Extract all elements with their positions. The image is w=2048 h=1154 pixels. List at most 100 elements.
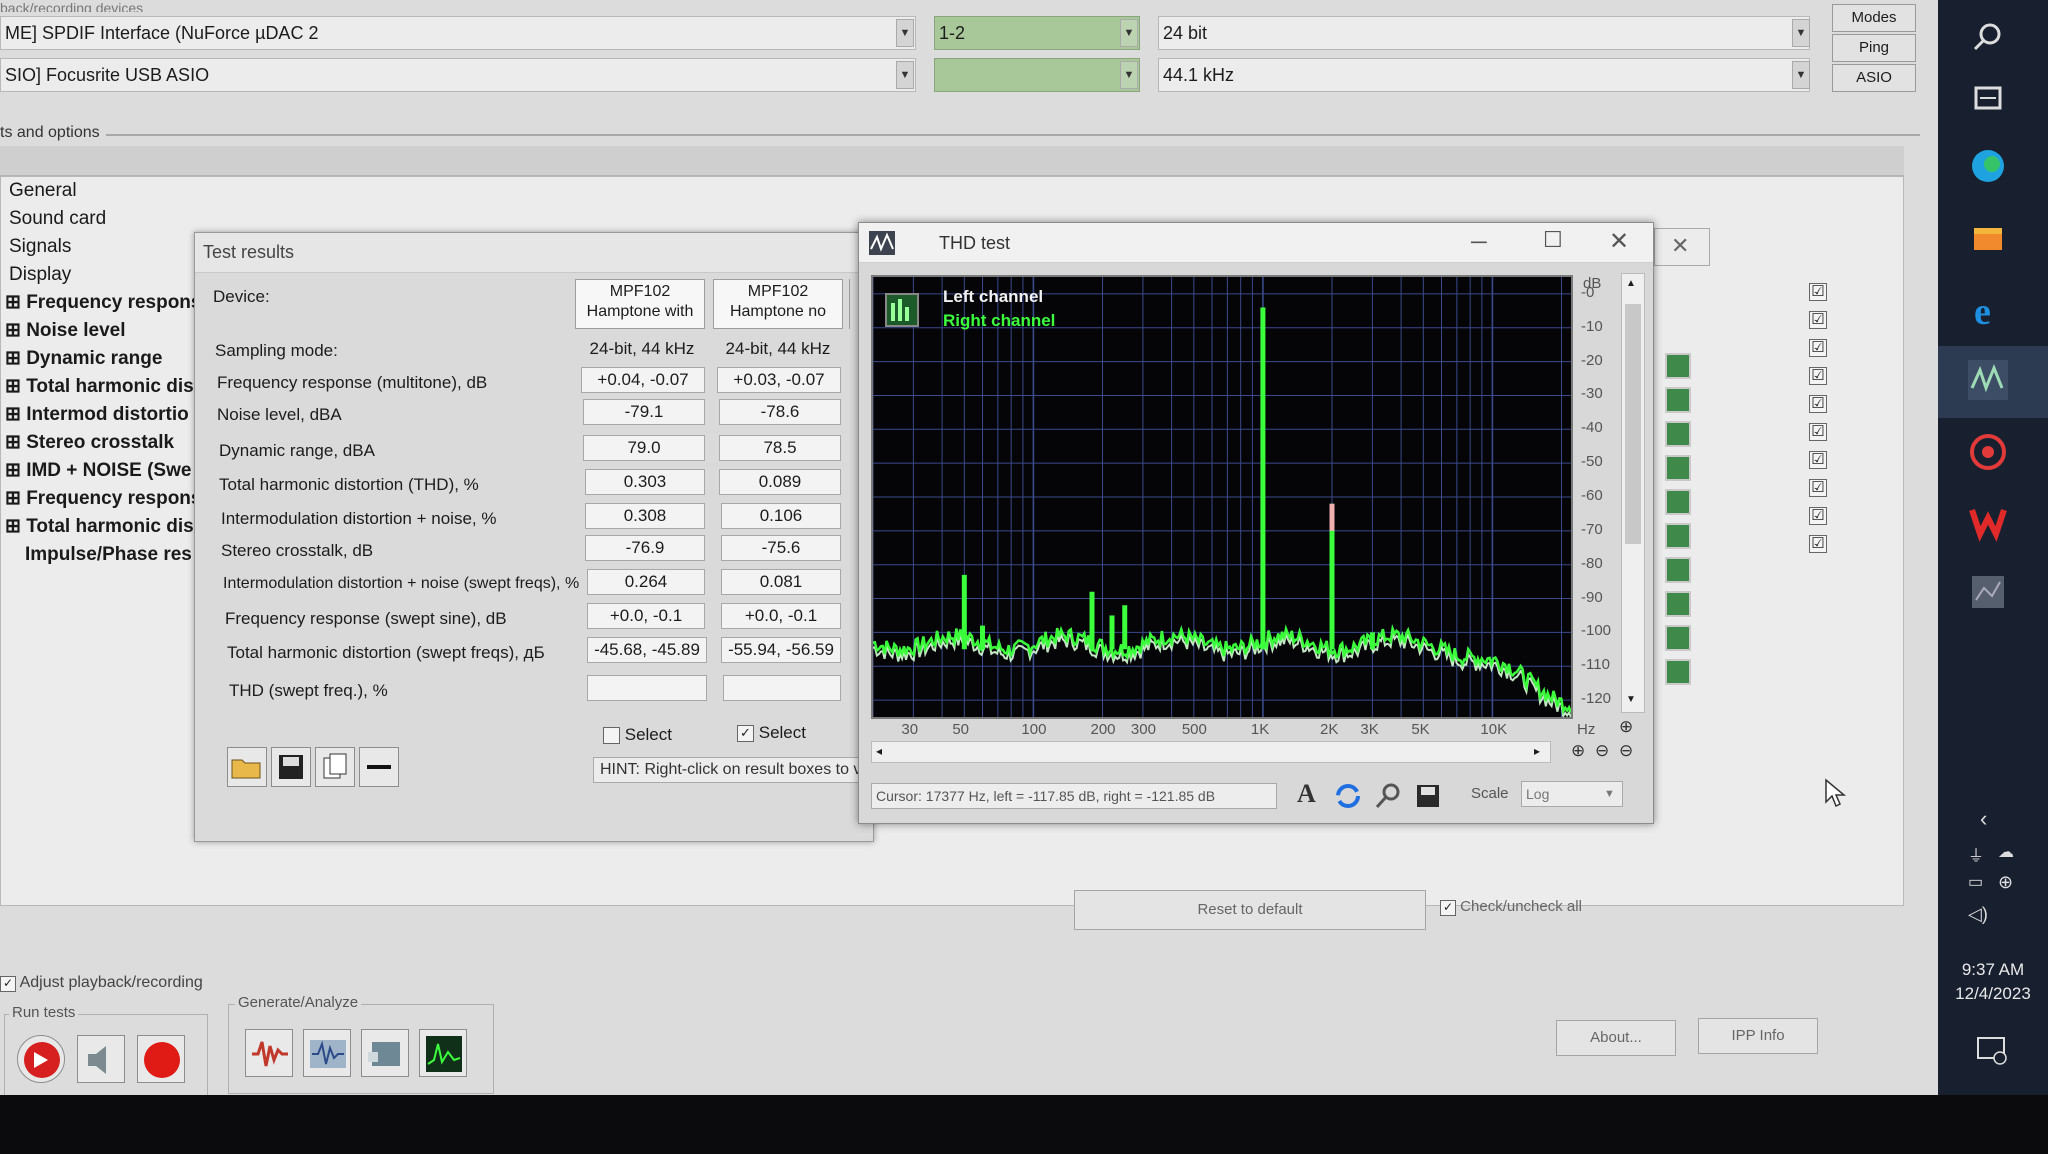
tree-item-thd[interactable]: ⊞ Total harmonic dist: [5, 373, 200, 401]
about-button[interactable]: About...: [1556, 1020, 1676, 1056]
result-noise-level-1[interactable]: -79.1: [583, 399, 705, 425]
tree-item-sound-card[interactable]: Sound card: [9, 205, 106, 233]
result-imd-2[interactable]: 0.106: [721, 503, 841, 529]
channel-graph-button[interactable]: [1665, 387, 1691, 413]
waveform-blue-icon[interactable]: [303, 1029, 351, 1077]
check-uncheck-all[interactable]: ✓ Check/uncheck all: [1440, 898, 1690, 916]
magnifier-icon[interactable]: [1373, 781, 1403, 811]
ping-button[interactable]: Ping: [1832, 34, 1916, 62]
asio-button[interactable]: ASIO: [1832, 64, 1916, 92]
result-imd-swept-2[interactable]: 0.081: [721, 569, 841, 595]
analyze-icon[interactable]: [361, 1029, 409, 1077]
maximize-icon[interactable]: ☐: [1543, 227, 1563, 253]
run-all-tests-icon[interactable]: [17, 1035, 65, 1083]
app-grid-icon[interactable]: [1966, 570, 2010, 614]
bit-depth-select[interactable]: 24 bit: [1158, 16, 1810, 50]
zoom-y-icon[interactable]: ⊕: [1619, 717, 1633, 737]
result-thd-2[interactable]: 0.089: [719, 469, 841, 495]
test-results-titlebar[interactable]: Test results: [195, 233, 873, 273]
test-checkbox[interactable]: ☑: [1809, 395, 1827, 413]
scroll-left-icon[interactable]: ◂: [876, 744, 882, 758]
internet-explorer-icon[interactable]: e: [1966, 288, 2010, 333]
test-checkbox[interactable]: ☑: [1809, 311, 1827, 329]
tree-item-noise-level[interactable]: ⊞ Noise level: [5, 317, 125, 345]
channel-graph-button[interactable]: [1665, 625, 1691, 651]
minus-icon[interactable]: [359, 747, 399, 787]
tree-item-intermod[interactable]: ⊞ Intermod distortio: [5, 401, 189, 429]
channel-graph-button[interactable]: [1665, 489, 1691, 515]
test-checkbox[interactable]: ☑: [1809, 479, 1827, 497]
scroll-down-icon[interactable]: ▼: [1626, 694, 1636, 705]
cloud-icon[interactable]: ☁: [1998, 842, 2014, 862]
usb-icon[interactable]: ⏚: [1968, 842, 1984, 866]
tree-item-signals[interactable]: Signals: [9, 233, 71, 261]
channel-graph-button[interactable]: [1665, 523, 1691, 549]
spectrum-icon[interactable]: [419, 1029, 467, 1077]
volume-icon[interactable]: ◁): [1968, 904, 1988, 925]
channel-graph-button[interactable]: [1665, 659, 1691, 685]
clock-date[interactable]: 12/4/2023: [1938, 984, 2048, 1004]
result-crosstalk-2[interactable]: -75.6: [721, 535, 841, 561]
playback-channels-select[interactable]: 1-2: [934, 16, 1140, 50]
waveform-red-icon[interactable]: [245, 1029, 293, 1077]
modes-button[interactable]: Modes: [1832, 4, 1916, 32]
tree-item-imd-noise[interactable]: ⊞ IMD + NOISE (Swe: [5, 457, 191, 485]
result-dynamic-range-1[interactable]: 79.0: [583, 435, 705, 461]
thd-titlebar[interactable]: THD test: [859, 223, 1653, 263]
search-icon[interactable]: [1966, 16, 2010, 60]
channel-graph-button[interactable]: [1665, 591, 1691, 617]
ipp-info-button[interactable]: IPP Info: [1698, 1018, 1818, 1054]
task-view-icon[interactable]: [1966, 76, 2010, 120]
save-icon[interactable]: [271, 747, 311, 787]
tree-item-impulse[interactable]: Impulse/Phase res: [25, 541, 192, 569]
zoom-reset-x-icon[interactable]: ⊖: [1619, 741, 1633, 761]
result-thd-swept-1[interactable]: -45.68, -45.89: [587, 637, 707, 663]
rightmark-app-icon[interactable]: [1966, 358, 2010, 402]
channel-graph-button[interactable]: [1665, 421, 1691, 447]
playback-device-select[interactable]: ME] SPDIF Interface (NuForce µDAC 2: [0, 16, 916, 50]
record-icon[interactable]: [137, 1035, 185, 1083]
tree-item-dynamic-range[interactable]: ⊞ Dynamic range: [5, 345, 162, 373]
reset-to-default-button[interactable]: Reset to default: [1074, 890, 1426, 930]
save-plot-icon[interactable]: [1413, 781, 1443, 811]
test-checkbox[interactable]: ☑: [1809, 283, 1827, 301]
select-device-1[interactable]: Select: [603, 725, 672, 745]
speaker-icon[interactable]: [77, 1035, 125, 1083]
bit-depth-dropdown-icon[interactable]: ▼: [1792, 19, 1810, 47]
channels-dropdown-icon[interactable]: ▼: [1120, 19, 1138, 47]
result-freq-response-2[interactable]: +0.03, -0.07: [717, 367, 841, 393]
rec-channels-dropdown-icon[interactable]: ▼: [1120, 61, 1138, 89]
open-folder-icon[interactable]: [227, 747, 267, 787]
result-freq-swept-2[interactable]: +0.0, -0.1: [721, 603, 841, 629]
minimize-icon[interactable]: ─: [1471, 229, 1487, 255]
result-imd-1[interactable]: 0.308: [585, 503, 705, 529]
legend-toggle-icon[interactable]: [885, 293, 919, 327]
test-checkbox[interactable]: ☑: [1809, 423, 1827, 441]
recording-channels-select[interactable]: [934, 58, 1140, 92]
result-dynamic-range-2[interactable]: 78.5: [719, 435, 841, 461]
select-checkbox-1[interactable]: [603, 727, 620, 745]
tree-item-display[interactable]: Display: [9, 261, 71, 289]
test-checkbox[interactable]: ☑: [1809, 535, 1827, 553]
result-thd-swept-pct-1[interactable]: [587, 675, 707, 701]
result-freq-response-1[interactable]: +0.04, -0.07: [581, 367, 705, 393]
channel-graph-button[interactable]: [1665, 353, 1691, 379]
zoom-out-x-icon[interactable]: ⊖: [1595, 741, 1609, 761]
wps-office-icon[interactable]: [1966, 500, 2010, 544]
select-device-2[interactable]: ✓ Select: [737, 723, 806, 743]
test-checkbox[interactable]: ☑: [1809, 367, 1827, 385]
test-checkbox[interactable]: ☑: [1809, 451, 1827, 469]
scale-select[interactable]: Log ▼: [1521, 781, 1623, 807]
scroll-right-icon[interactable]: ▸: [1534, 744, 1540, 758]
result-crosstalk-1[interactable]: -76.9: [585, 535, 705, 561]
adjust-checkbox[interactable]: ✓: [0, 976, 16, 992]
channel-graph-button[interactable]: [1665, 455, 1691, 481]
select-checkbox-2[interactable]: ✓: [737, 725, 754, 743]
close-icon[interactable]: ✕: [1609, 227, 1629, 256]
scrollbar-thumb[interactable]: [1625, 304, 1641, 544]
file-explorer-icon[interactable]: [1966, 216, 2010, 260]
thd-plot[interactable]: [871, 275, 1573, 720]
result-freq-swept-1[interactable]: +0.0, -0.1: [587, 603, 705, 629]
scroll-up-icon[interactable]: ▲: [1626, 278, 1636, 289]
edge-browser-icon[interactable]: [1966, 144, 2010, 188]
